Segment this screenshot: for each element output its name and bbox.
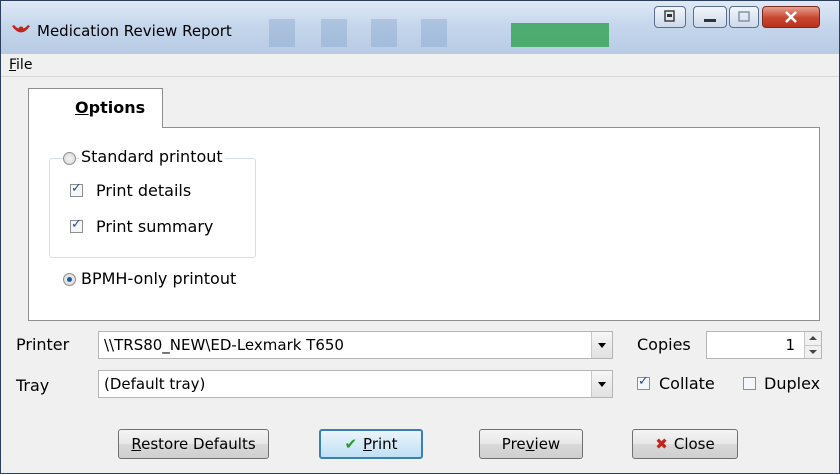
printer-select-value: \\TRS80_NEW\ED-Lexmark T650	[104, 336, 344, 354]
menu-file-mnemonic: F	[9, 57, 17, 73]
preview-button[interactable]: Preview	[479, 429, 583, 459]
title-bar-decoration	[269, 19, 295, 47]
maximize-icon	[738, 11, 750, 22]
menu-file-label: ile	[16, 57, 33, 73]
menu-file[interactable]: File	[9, 57, 32, 73]
close-icon	[785, 11, 797, 23]
window-restore-icon	[664, 10, 675, 22]
copies-label: Copies	[637, 335, 691, 354]
print-button[interactable]: ✔ Print	[319, 429, 423, 459]
bpmh-only-printout-label: BPMH-only printout	[81, 269, 237, 288]
print-label: rint	[371, 435, 398, 453]
restore-window-button[interactable]	[654, 6, 686, 28]
close-window-button[interactable]	[762, 6, 820, 28]
app-icon	[12, 25, 30, 33]
tab-options-label-rest: ptions	[88, 98, 146, 117]
restore-defaults-label: estore Defaults	[141, 435, 256, 453]
tab-options[interactable]: Options	[28, 88, 163, 128]
close-button[interactable]: ✖ Close	[632, 429, 738, 459]
tray-select-value: (Default tray)	[104, 375, 206, 393]
copies-value: 1	[785, 336, 795, 354]
restore-defaults-mnemonic: R	[131, 435, 142, 453]
preview-label-rest: iew	[534, 435, 561, 453]
copies-spinner	[804, 332, 821, 358]
menu-bar: File	[1, 54, 839, 77]
preview-mnemonic: v	[525, 435, 535, 453]
tab-options-mnemonic: O	[75, 98, 89, 117]
maximize-button[interactable]	[729, 6, 759, 28]
print-mnemonic: P	[363, 435, 372, 453]
print-details-label: Print details	[96, 181, 192, 200]
copies-stepper[interactable]: 1	[706, 331, 822, 359]
tray-select[interactable]: (Default tray)	[98, 370, 613, 398]
duplex-label: Duplex	[764, 374, 821, 393]
x-icon: ✖	[655, 435, 668, 453]
title-bar[interactable]: Medication Review Report	[1, 1, 839, 54]
print-summary-label: Print summary	[96, 217, 214, 236]
chevron-down-icon[interactable]	[591, 371, 612, 397]
preview-label-pre: Pre	[501, 435, 526, 453]
tab-options-label: Options	[75, 98, 145, 117]
checkmark-icon: ✔	[344, 435, 358, 453]
standard-printout-radio[interactable]	[63, 152, 76, 165]
dialog-window: Medication Review Report File Options St…	[0, 0, 840, 474]
standard-printout-label: Standard printout	[79, 147, 225, 166]
print-summary-checkbox[interactable]	[70, 217, 83, 233]
printer-label: Printer	[16, 335, 70, 354]
title-bar-decoration	[511, 23, 609, 47]
bpmh-only-printout-radio[interactable]	[63, 273, 76, 286]
tray-label: Tray	[16, 376, 50, 395]
minimize-icon	[704, 19, 716, 22]
printer-select[interactable]: \\TRS80_NEW\ED-Lexmark T650	[98, 331, 613, 359]
title-bar-decoration	[421, 19, 447, 47]
close-label: Close	[673, 435, 715, 453]
print-details-checkbox[interactable]	[70, 181, 83, 197]
standard-printout-group	[49, 158, 256, 258]
chevron-down-icon[interactable]	[591, 332, 612, 358]
spin-up-icon[interactable]	[805, 332, 821, 345]
restore-defaults-button[interactable]: Restore Defaults	[118, 429, 269, 459]
title-bar-decoration	[371, 19, 397, 47]
title-bar-decoration	[321, 19, 347, 47]
spin-down-icon[interactable]	[805, 345, 821, 359]
duplex-checkbox[interactable]	[743, 377, 756, 390]
collate-checkbox[interactable]	[637, 374, 650, 390]
collate-label: Collate	[659, 374, 715, 393]
minimize-button[interactable]	[693, 6, 727, 28]
window-title: Medication Review Report	[37, 22, 232, 40]
